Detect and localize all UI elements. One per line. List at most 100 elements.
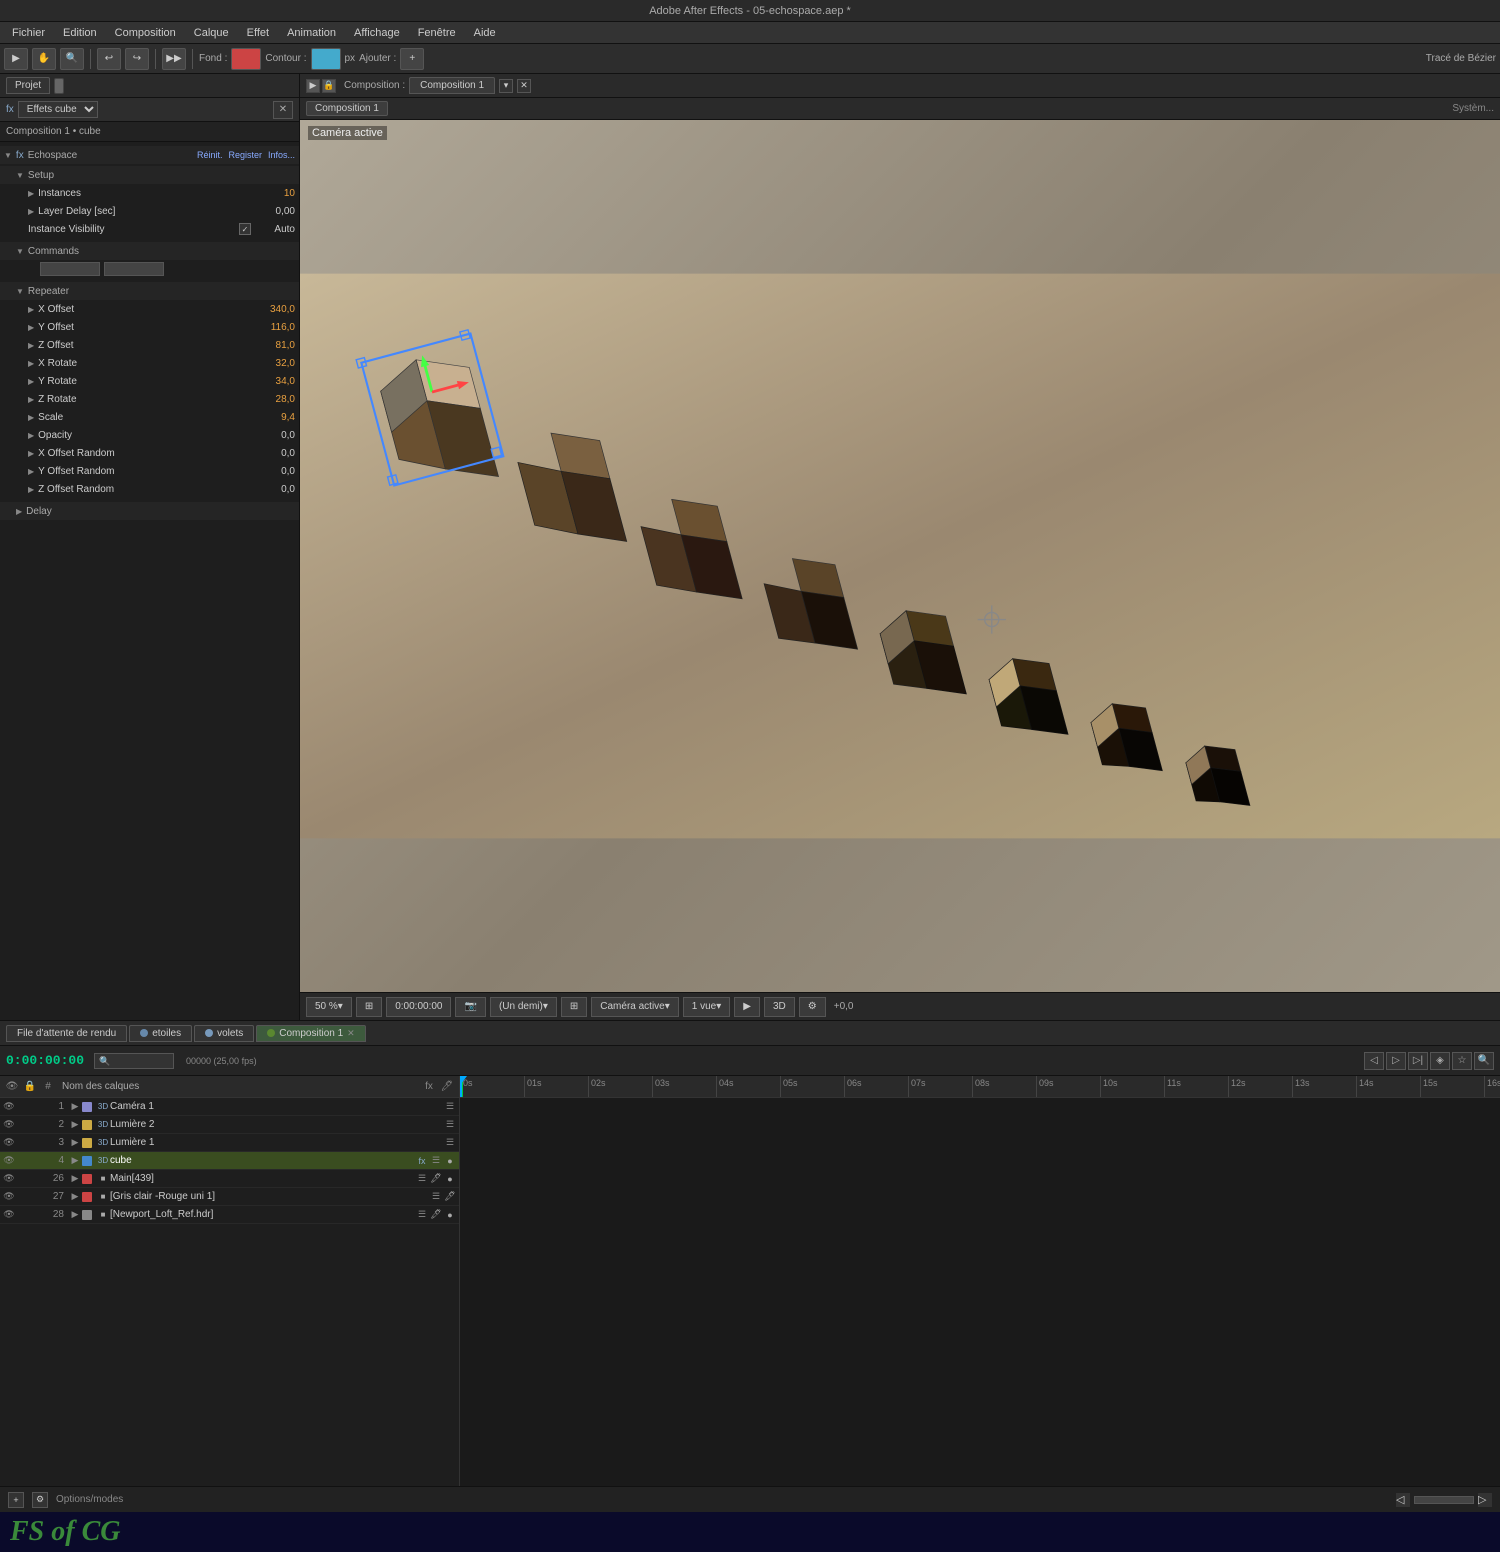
- tab-render-queue[interactable]: File d'attente de rendu: [6, 1025, 127, 1042]
- layer27-switch[interactable]: ☰: [429, 1190, 443, 1204]
- layer28-lock[interactable]: [16, 1208, 30, 1222]
- z-offset-random-item[interactable]: ▶ Z Offset Random 0,0: [0, 480, 299, 498]
- layer28-expand[interactable]: ▶: [68, 1208, 82, 1222]
- layer26-lock[interactable]: [16, 1172, 30, 1186]
- layer26-motion-blur[interactable]: ●: [443, 1172, 457, 1186]
- comp-viewer[interactable]: Caméra active: [300, 120, 1500, 992]
- repeater-header[interactable]: ▼ Repeater: [0, 282, 299, 300]
- layer1-solo[interactable]: [30, 1100, 44, 1114]
- panel-close-btn[interactable]: ✕: [273, 101, 293, 119]
- tl-btn-out[interactable]: ▷|: [1408, 1052, 1428, 1070]
- layer28-motion-blur[interactable]: ●: [443, 1208, 457, 1222]
- status-settings-btn[interactable]: ⚙: [32, 1492, 48, 1508]
- menu-fenetre[interactable]: Fenêtre: [410, 25, 464, 41]
- layer2-solo[interactable]: [30, 1118, 44, 1132]
- menu-edition[interactable]: Edition: [55, 25, 105, 41]
- scroll-left-btn[interactable]: ◁: [1396, 1493, 1410, 1507]
- layer3-lock[interactable]: [16, 1136, 30, 1150]
- tab-etoiles[interactable]: etoiles: [129, 1025, 192, 1042]
- z-rotate-item[interactable]: ▶ Z Rotate 28,0: [0, 390, 299, 408]
- viewer-tools-btn[interactable]: ⚙: [799, 997, 826, 1017]
- layer3-visibility[interactable]: 👁: [2, 1136, 16, 1150]
- layer27-visibility[interactable]: 👁: [2, 1190, 16, 1204]
- menu-calque[interactable]: Calque: [186, 25, 237, 41]
- viewer-grid-btn[interactable]: ⊞: [561, 997, 587, 1017]
- comp-lock-icon[interactable]: 🔒: [322, 79, 336, 93]
- layer4-motion-blur[interactable]: ●: [443, 1154, 457, 1168]
- echospace-header[interactable]: ▼ fx Echospace Réinit. Register Infos...: [0, 146, 299, 164]
- y-rotate-item[interactable]: ▶ Y Rotate 34,0: [0, 372, 299, 390]
- viewer-zoom-btn[interactable]: 50 % ▾: [306, 997, 352, 1017]
- layer-row-26[interactable]: 👁 26 ▶ ■ Main[439] ☰ 🖊 ●: [0, 1170, 459, 1188]
- tab-comp1-close[interactable]: ✕: [347, 1028, 355, 1039]
- menu-affichage[interactable]: Affichage: [346, 25, 408, 41]
- menu-effet[interactable]: Effet: [239, 25, 277, 41]
- menu-fichier[interactable]: Fichier: [4, 25, 53, 41]
- toolbar-hand[interactable]: ✋: [32, 48, 56, 70]
- layer-row-4[interactable]: 👁 4 ▶ 3D cube fx ☰ ●: [0, 1152, 459, 1170]
- y-offset-random-item[interactable]: ▶ Y Offset Random 0,0: [0, 462, 299, 480]
- layer4-lock[interactable]: [16, 1154, 30, 1168]
- layer27-lock[interactable]: [16, 1190, 30, 1204]
- tab-volets[interactable]: volets: [194, 1025, 254, 1042]
- panel-icon-btn[interactable]: [54, 78, 64, 94]
- layer4-expand[interactable]: ▶: [68, 1154, 82, 1168]
- tl-btn-play[interactable]: ▷: [1386, 1052, 1406, 1070]
- instances-item[interactable]: ▶ Instances 10: [0, 184, 299, 202]
- layer2-lock[interactable]: [16, 1118, 30, 1132]
- ajouter-btn[interactable]: +: [400, 48, 424, 70]
- status-add-btn[interactable]: +: [8, 1492, 24, 1508]
- layer2-switch[interactable]: ☰: [443, 1118, 457, 1132]
- effects-dropdown[interactable]: Effets cube: [18, 101, 98, 118]
- x-offset-item[interactable]: ▶ X Offset 340,0: [0, 300, 299, 318]
- contour-color[interactable]: [311, 48, 341, 70]
- layer26-visibility[interactable]: 👁: [2, 1172, 16, 1186]
- x-rotate-item[interactable]: ▶ X Rotate 32,0: [0, 354, 299, 372]
- cmd-btn1[interactable]: [40, 262, 100, 276]
- viewer-render-btn[interactable]: ▶: [734, 997, 760, 1017]
- composition1-tab[interactable]: Composition 1: [306, 101, 388, 116]
- viewer-3d-btn[interactable]: 3D: [764, 997, 795, 1017]
- menu-aide[interactable]: Aide: [466, 25, 504, 41]
- tl-btn-solo[interactable]: ☆: [1452, 1052, 1472, 1070]
- toolbar-render[interactable]: ▶▶: [162, 48, 186, 70]
- reinit-btn[interactable]: Réinit.: [197, 150, 223, 160]
- layer1-expand[interactable]: ▶: [68, 1100, 82, 1114]
- layer27-paint[interactable]: 🖊: [443, 1190, 457, 1204]
- layer27-expand[interactable]: ▶: [68, 1190, 82, 1204]
- toolbar-select[interactable]: ▶: [4, 48, 28, 70]
- menu-animation[interactable]: Animation: [279, 25, 344, 41]
- layer1-lock[interactable]: [16, 1100, 30, 1114]
- tl-btn-in[interactable]: ◁: [1364, 1052, 1384, 1070]
- layer4-solo[interactable]: [30, 1154, 44, 1168]
- viewer-camera-sel-btn[interactable]: Caméra active ▾: [591, 997, 679, 1017]
- tl-btn-search[interactable]: 🔍: [1474, 1052, 1494, 1070]
- layer27-solo[interactable]: [30, 1190, 44, 1204]
- layer1-switch[interactable]: ☰: [443, 1100, 457, 1114]
- fond-color[interactable]: [231, 48, 261, 70]
- menu-composition[interactable]: Composition: [107, 25, 184, 41]
- layer4-visibility[interactable]: 👁: [2, 1154, 16, 1168]
- layer26-solo[interactable]: [30, 1172, 44, 1186]
- scale-item[interactable]: ▶ Scale 9,4: [0, 408, 299, 426]
- scroll-bar[interactable]: [1414, 1496, 1474, 1504]
- layer-row-27[interactable]: 👁 27 ▶ ■ [Gris clair -Rouge uni 1] ☰ 🖊: [0, 1188, 459, 1206]
- toolbar-zoom[interactable]: 🔍: [60, 48, 84, 70]
- layer-row-1[interactable]: 👁 1 ▶ 3D Caméra 1 ☰: [0, 1098, 459, 1116]
- viewer-camera-icon-btn[interactable]: 📷: [455, 997, 485, 1017]
- comp-dropdown-btn[interactable]: ▾: [499, 79, 513, 93]
- viewer-quality-btn[interactable]: (Un demi) ▾: [490, 997, 557, 1017]
- infos-btn[interactable]: Infos...: [268, 150, 295, 160]
- register-btn[interactable]: Register: [228, 150, 262, 160]
- commands-header[interactable]: ▼ Commands: [0, 242, 299, 260]
- viewer-view-btn[interactable]: 1 vue ▾: [683, 997, 731, 1017]
- layer3-switch[interactable]: ☰: [443, 1136, 457, 1150]
- layer28-switch[interactable]: ☰: [415, 1208, 429, 1222]
- setup-header[interactable]: ▼ Setup: [0, 166, 299, 184]
- instance-visibility-item[interactable]: Instance Visibility ✓ Auto: [0, 220, 299, 238]
- layer4-fx[interactable]: fx: [415, 1154, 429, 1168]
- layer4-switch[interactable]: ☰: [429, 1154, 443, 1168]
- projet-tab[interactable]: Projet: [6, 77, 50, 94]
- layer28-paint[interactable]: 🖊: [429, 1208, 443, 1222]
- layer28-solo[interactable]: [30, 1208, 44, 1222]
